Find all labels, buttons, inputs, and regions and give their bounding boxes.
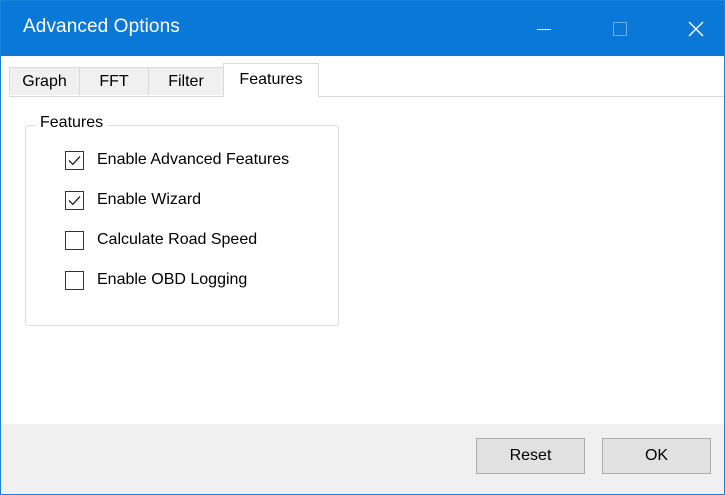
checkbox-label: Enable OBD Logging xyxy=(97,271,248,288)
minimize-button[interactable] xyxy=(515,1,573,56)
maximize-button xyxy=(591,1,649,56)
ok-button[interactable]: OK xyxy=(602,438,711,474)
checkbox-box[interactable] xyxy=(65,150,84,170)
checkbox-enable-wizard[interactable]: Enable Wizard xyxy=(65,189,201,211)
checkbox-label: Enable Advanced Features xyxy=(97,151,290,168)
tab-panel-border xyxy=(9,96,724,97)
checkbox-box[interactable] xyxy=(65,270,84,290)
tab-graph[interactable]: Graph xyxy=(9,67,80,95)
checkbox-label: Enable Wizard xyxy=(97,191,202,208)
tab-fft[interactable]: FFT xyxy=(79,67,149,95)
checkbox-calculate-road-speed[interactable]: Calculate Road Speed xyxy=(65,229,257,251)
features-group-label: Features xyxy=(36,114,108,132)
checkbox-enable-advanced-features[interactable]: Enable Advanced Features xyxy=(65,149,289,171)
reset-button[interactable]: Reset xyxy=(476,438,585,474)
checkmark-icon xyxy=(68,195,81,205)
close-icon xyxy=(688,21,704,36)
title-bar[interactable]: Advanced Options xyxy=(1,1,724,56)
tab-filter[interactable]: Filter xyxy=(148,67,224,95)
maximize-icon xyxy=(613,21,627,36)
checkbox-enable-obd-logging[interactable]: Enable OBD Logging xyxy=(65,269,247,291)
checkmark-icon xyxy=(68,155,81,165)
window-title: Advanced Options xyxy=(23,16,180,37)
checkbox-box[interactable] xyxy=(65,230,84,250)
checkbox-box[interactable] xyxy=(65,190,84,210)
checkbox-label: Calculate Road Speed xyxy=(97,231,258,248)
advanced-options-dialog: Advanced Options Graph FFT Filter Featur… xyxy=(0,0,725,495)
close-button[interactable] xyxy=(667,1,724,56)
tab-features[interactable]: Features xyxy=(223,63,319,97)
minimize-icon xyxy=(537,29,551,30)
